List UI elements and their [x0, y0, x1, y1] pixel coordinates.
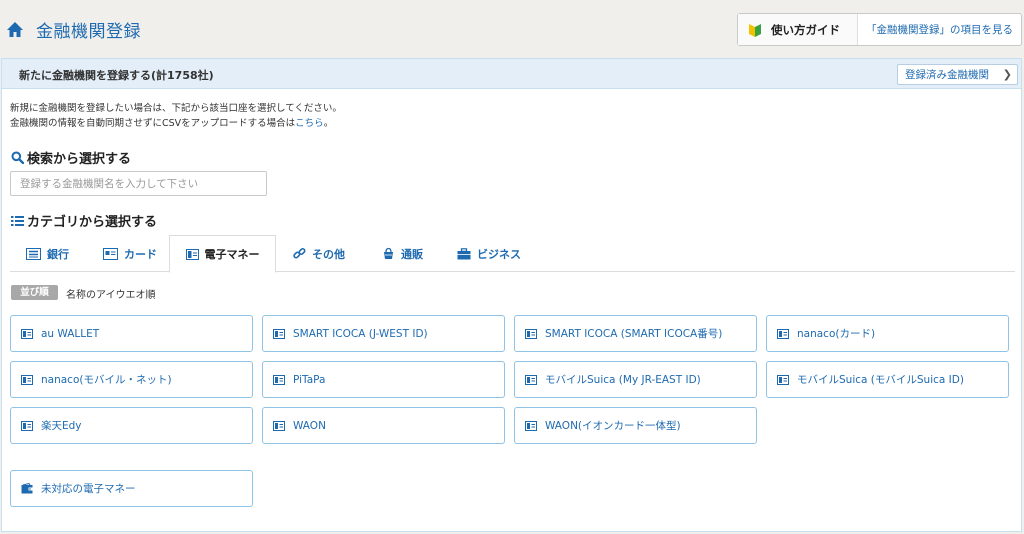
panel-header: 新たに金融機関を登録する(計1758社) 登録済み金融機関 ❯ — [2, 59, 1021, 89]
page-title: 金融機関登録 — [36, 22, 141, 42]
institution-label: nanaco(モバイル・ネット) — [41, 374, 172, 386]
emoney-icon — [525, 374, 537, 385]
unsupported-emoney-button[interactable]: 未対応の電子マネー — [10, 470, 253, 507]
sort-badge: 並び順 — [11, 285, 58, 300]
bank-icon — [26, 247, 41, 260]
intro-text: 新規に金融機関を登録したい場合は、下記から該当口座を選択してください。 金融機関… — [10, 101, 342, 131]
usage-guide-button[interactable]: 使い方ガイド — [738, 14, 858, 45]
institution-button[interactable]: モバイルSuica (My JR-EAST ID) — [514, 361, 757, 398]
usage-guide-label: 使い方ガイド — [771, 22, 840, 37]
institution-label: WAON(イオンカード一体型) — [545, 420, 681, 432]
emoney-icon — [273, 420, 285, 431]
emoney-icon — [273, 374, 285, 385]
institution-label: nanaco(カード) — [797, 328, 876, 340]
emoney-icon — [525, 328, 537, 339]
institution-button[interactable]: au WALLET — [10, 315, 253, 352]
tab-business[interactable]: ビジネス — [457, 235, 521, 272]
search-section-title: 検索から選択する — [11, 148, 131, 167]
category-section-label: カテゴリから選択する — [27, 215, 158, 230]
emoney-icon — [21, 420, 33, 431]
emoney-icon — [525, 420, 537, 431]
emoney-icon — [777, 374, 789, 385]
intro-line-2-text: 金融機関の情報を自動同期させずにCSVをアップロードする場合は — [10, 118, 296, 129]
registered-institutions-label: 登録済み金融機関 — [905, 69, 989, 81]
tab-shopping[interactable]: 通販 — [382, 235, 423, 272]
sort-order-label: 名称のアイウエオ順 — [66, 290, 156, 301]
tab-emoney[interactable]: 電子マネー — [169, 235, 276, 273]
list-icon — [11, 215, 24, 226]
page-header: 金融機関登録 使い方ガイド 「金融機関登録」の項目を見る — [0, 0, 1024, 58]
panel-title: 新たに金融機関を登録する(計1758社) — [19, 69, 214, 82]
wallet-icon — [21, 483, 33, 494]
institution-button[interactable]: WAON — [262, 407, 505, 444]
tab-shopping-label: 通販 — [401, 247, 423, 261]
institution-label: PiTaPa — [293, 373, 326, 386]
institution-button[interactable]: nanaco(カード) — [766, 315, 1009, 352]
institution-button[interactable]: nanaco(モバイル・ネット) — [10, 361, 253, 398]
tab-business-label: ビジネス — [477, 247, 521, 261]
category-section-title: カテゴリから選択する — [11, 211, 157, 230]
tab-other[interactable]: その他 — [293, 235, 345, 272]
category-tabs: 銀行 カード 電子マネー その他 通販 ビジネス — [10, 235, 1015, 273]
tab-card-label: カード — [124, 247, 157, 261]
csv-upload-link[interactable]: こちら — [295, 118, 324, 129]
usage-guide-link[interactable]: 「金融機関登録」の項目を見る — [858, 22, 1021, 37]
institution-button[interactable]: SMART ICOCA (SMART ICOCA番号) — [514, 315, 757, 352]
tab-bank[interactable]: 銀行 — [26, 235, 69, 272]
home-icon[interactable] — [6, 21, 24, 39]
emoney-icon — [273, 328, 285, 339]
emoney-icon — [777, 328, 789, 339]
institution-label: モバイルSuica (モバイルSuica ID) — [797, 374, 964, 386]
usage-guide[interactable]: 使い方ガイド 「金融機関登録」の項目を見る — [737, 13, 1022, 46]
search-section-label: 検索から選択する — [27, 152, 132, 167]
briefcase-icon — [457, 247, 471, 259]
institution-label: モバイルSuica (My JR-EAST ID) — [545, 374, 701, 386]
registered-institutions-button[interactable]: 登録済み金融機関 ❯ — [897, 64, 1018, 85]
unsupported-emoney-label: 未対応の電子マネー — [41, 483, 136, 495]
institution-label: SMART ICOCA (J-WEST ID) — [293, 327, 428, 340]
institution-label: WAON — [293, 419, 326, 432]
emoney-icon — [21, 328, 33, 339]
intro-line-2: 金融機関の情報を自動同期させずにCSVをアップロードする場合はこちら。 — [10, 116, 342, 131]
tab-card[interactable]: カード — [103, 235, 157, 272]
tab-emoney-label: 電子マネー — [204, 248, 260, 261]
institution-label: 楽天Edy — [41, 420, 82, 432]
register-panel: 新たに金融機関を登録する(計1758社) 登録済み金融機関 ❯ 新規に金融機関を… — [1, 58, 1022, 532]
intro-line-2-suffix: 。 — [323, 118, 334, 129]
institution-label: SMART ICOCA (SMART ICOCA番号) — [545, 328, 723, 340]
institution-button[interactable]: WAON(イオンカード一体型) — [514, 407, 757, 444]
card-icon — [103, 247, 118, 260]
search-icon — [11, 151, 24, 164]
intro-line-1: 新規に金融機関を登録したい場合は、下記から該当口座を選択してください。 — [10, 103, 342, 114]
institution-button[interactable]: モバイルSuica (モバイルSuica ID) — [766, 361, 1009, 398]
emoney-icon — [185, 248, 199, 260]
institution-label: au WALLET — [41, 327, 100, 340]
institution-button[interactable]: PiTaPa — [262, 361, 505, 398]
link-icon — [293, 247, 306, 259]
beginner-mark-icon — [749, 23, 761, 37]
institution-button[interactable]: SMART ICOCA (J-WEST ID) — [262, 315, 505, 352]
tab-bank-label: 銀行 — [47, 247, 69, 261]
emoney-icon — [21, 374, 33, 385]
search-input[interactable] — [10, 171, 267, 196]
shop-icon — [384, 247, 393, 259]
institution-button[interactable]: 楽天Edy — [10, 407, 253, 444]
tab-other-label: その他 — [312, 247, 345, 261]
chevron-right-icon: ❯ — [1002, 68, 1012, 81]
